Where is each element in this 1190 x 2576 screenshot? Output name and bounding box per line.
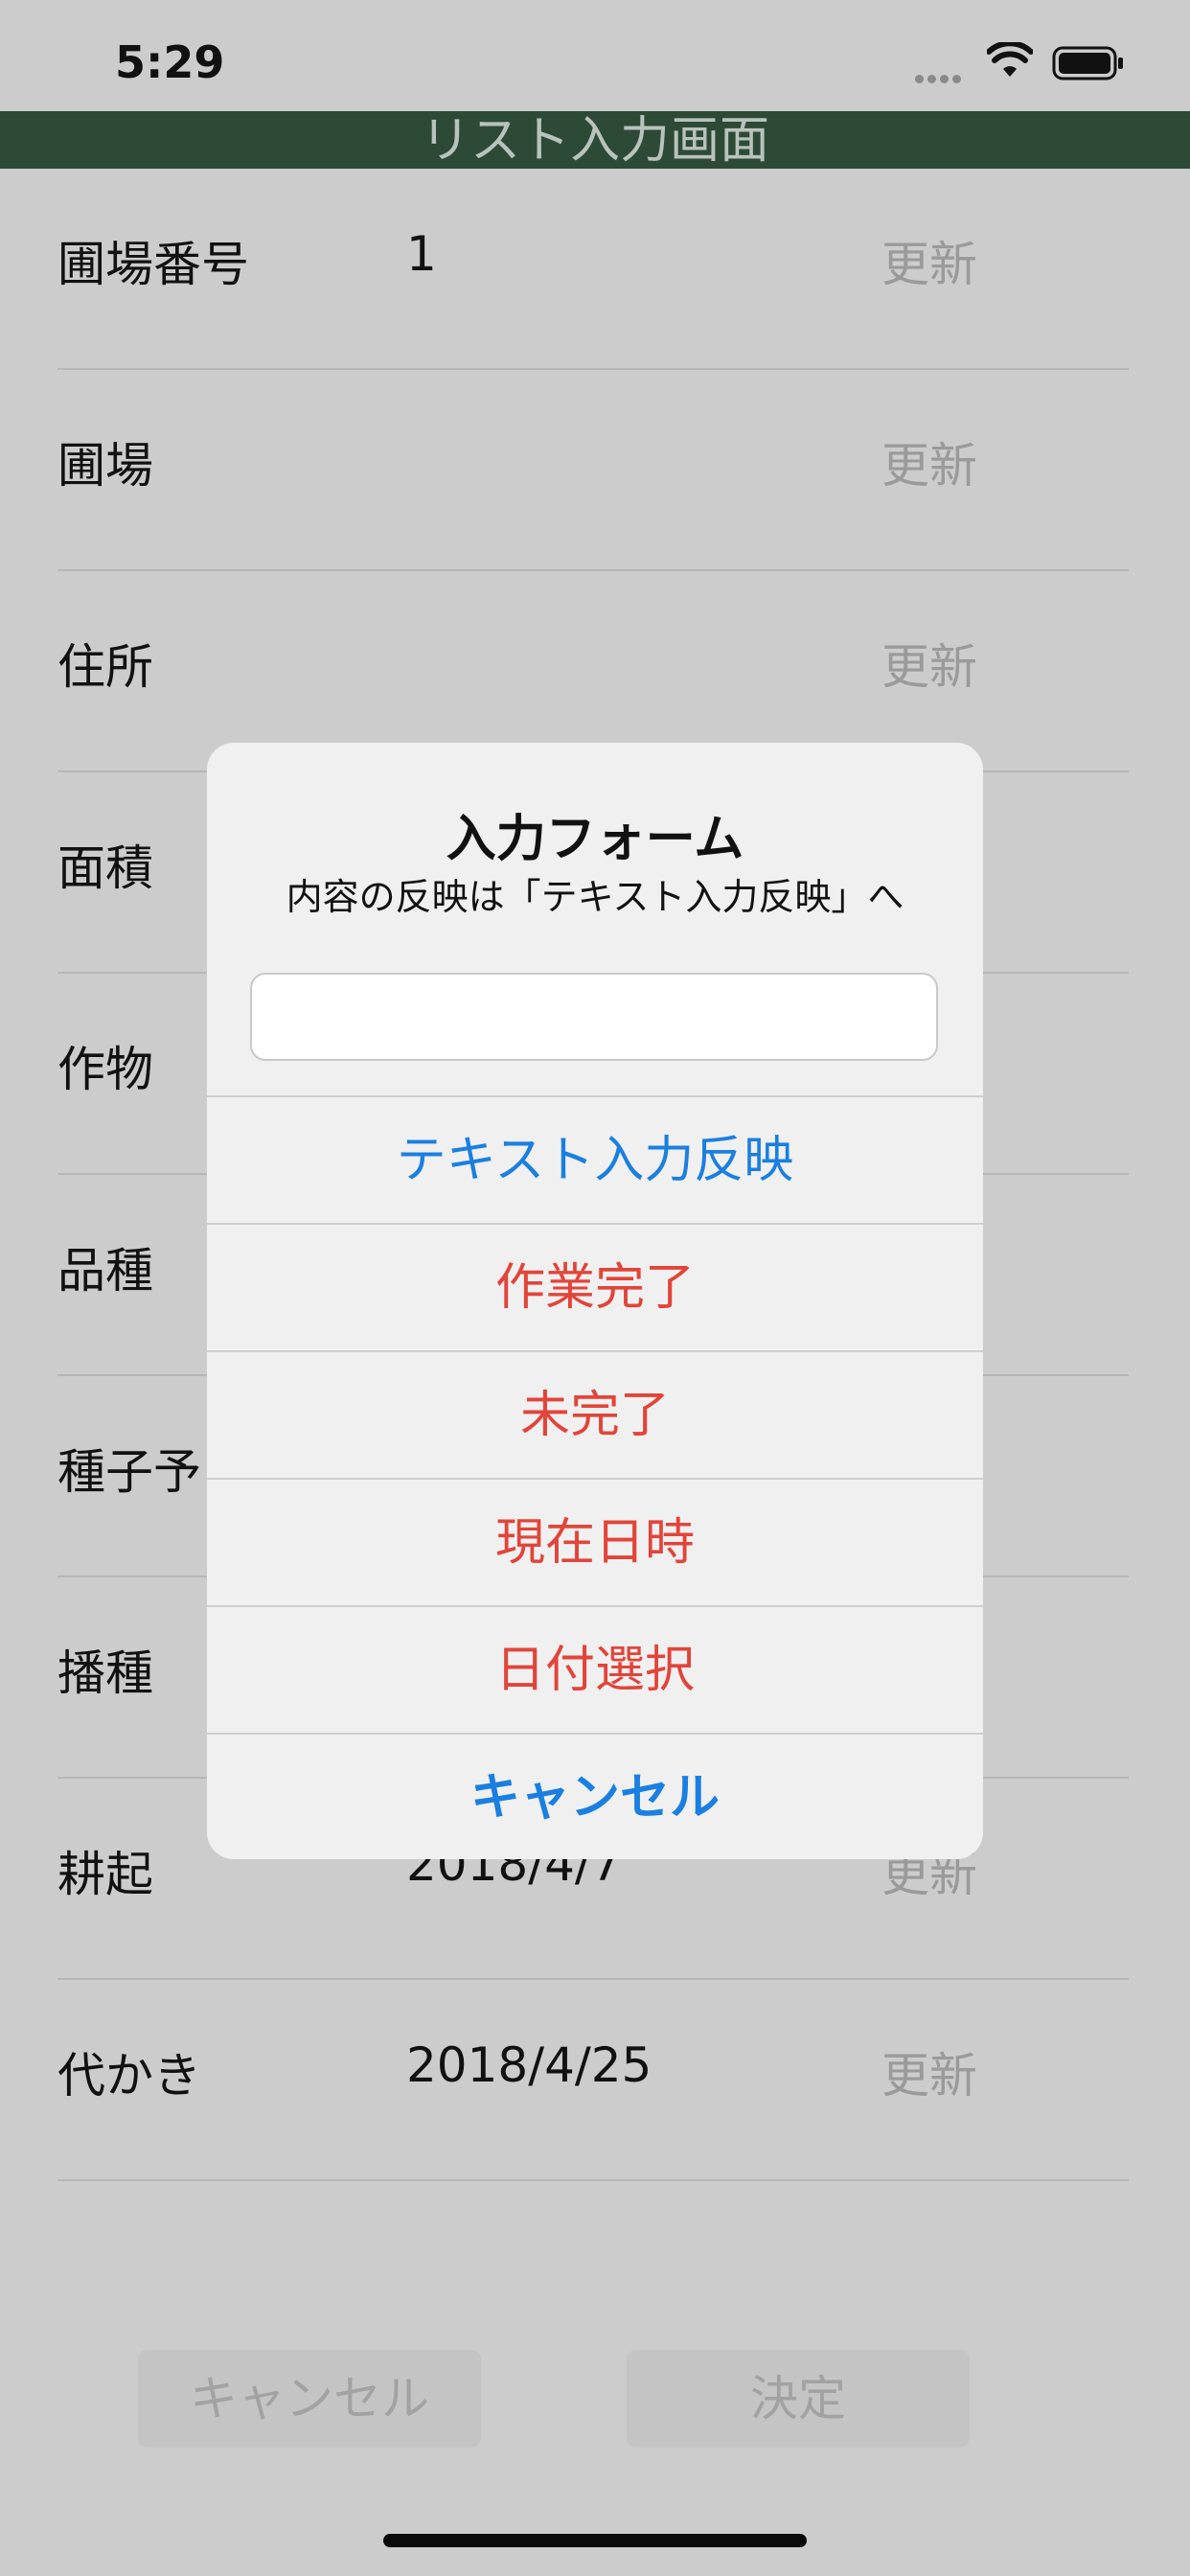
update-button[interactable]: 更新 (881, 629, 977, 698)
update-button[interactable]: 更新 (881, 226, 977, 295)
work-complete-button[interactable]: 作業完了 (207, 1223, 983, 1351)
list-row[interactable]: 圃場 更新 (0, 370, 1190, 571)
apply-text-input-button[interactable]: テキスト入力反映 (207, 1095, 983, 1224)
row-label: 種子予 (57, 1444, 201, 1500)
cancel-button[interactable]: キャンセル (138, 2350, 481, 2448)
confirm-button[interactable]: 決定 (627, 2350, 970, 2448)
row-value: 2018/4/25 (406, 2037, 652, 2093)
signal-dots-icon (915, 69, 969, 83)
row-label: 作物 (57, 1042, 153, 1097)
row-label: 圃場番号 (57, 237, 249, 292)
row-label: 耕起 (57, 1847, 153, 1902)
status-time: 5:29 (115, 36, 225, 88)
current-datetime-button[interactable]: 現在日時 (207, 1478, 983, 1606)
row-label: 圃場 (57, 438, 153, 494)
dialog-message: 内容の反映は「テキスト入力反映」へ (286, 876, 904, 918)
dialog-text-input[interactable] (250, 973, 938, 1061)
select-date-button[interactable]: 日付選択 (207, 1605, 983, 1734)
status-bar: 5:29 (0, 0, 1190, 111)
wifi-icon (987, 42, 1033, 77)
list-row[interactable]: 代かき 2018/4/25 更新 (0, 1980, 1190, 2181)
row-label: 面積 (57, 840, 153, 896)
update-button[interactable]: 更新 (881, 427, 977, 496)
list-row[interactable]: 圃場番号 1 更新 (0, 169, 1190, 370)
row-value: 1 (406, 226, 437, 282)
input-form-dialog: 入力フォーム 内容の反映は「テキスト入力反映」へ テキスト入力反映 作業完了 未… (207, 743, 983, 1859)
row-label: 品種 (57, 1243, 153, 1299)
incomplete-button[interactable]: 未完了 (207, 1350, 983, 1479)
dialog-title: 入力フォーム (446, 811, 744, 868)
update-button[interactable]: 更新 (881, 2037, 977, 2106)
row-divider (57, 2179, 1129, 2181)
dialog-cancel-button[interactable]: キャンセル (207, 1733, 983, 1859)
home-indicator (383, 2534, 807, 2547)
nav-title: リスト入力画面 (420, 112, 769, 170)
row-label: 代かき (57, 2048, 201, 2104)
row-label: 播種 (57, 1645, 153, 1701)
battery-icon (1052, 46, 1123, 80)
row-label: 住所 (57, 639, 153, 695)
